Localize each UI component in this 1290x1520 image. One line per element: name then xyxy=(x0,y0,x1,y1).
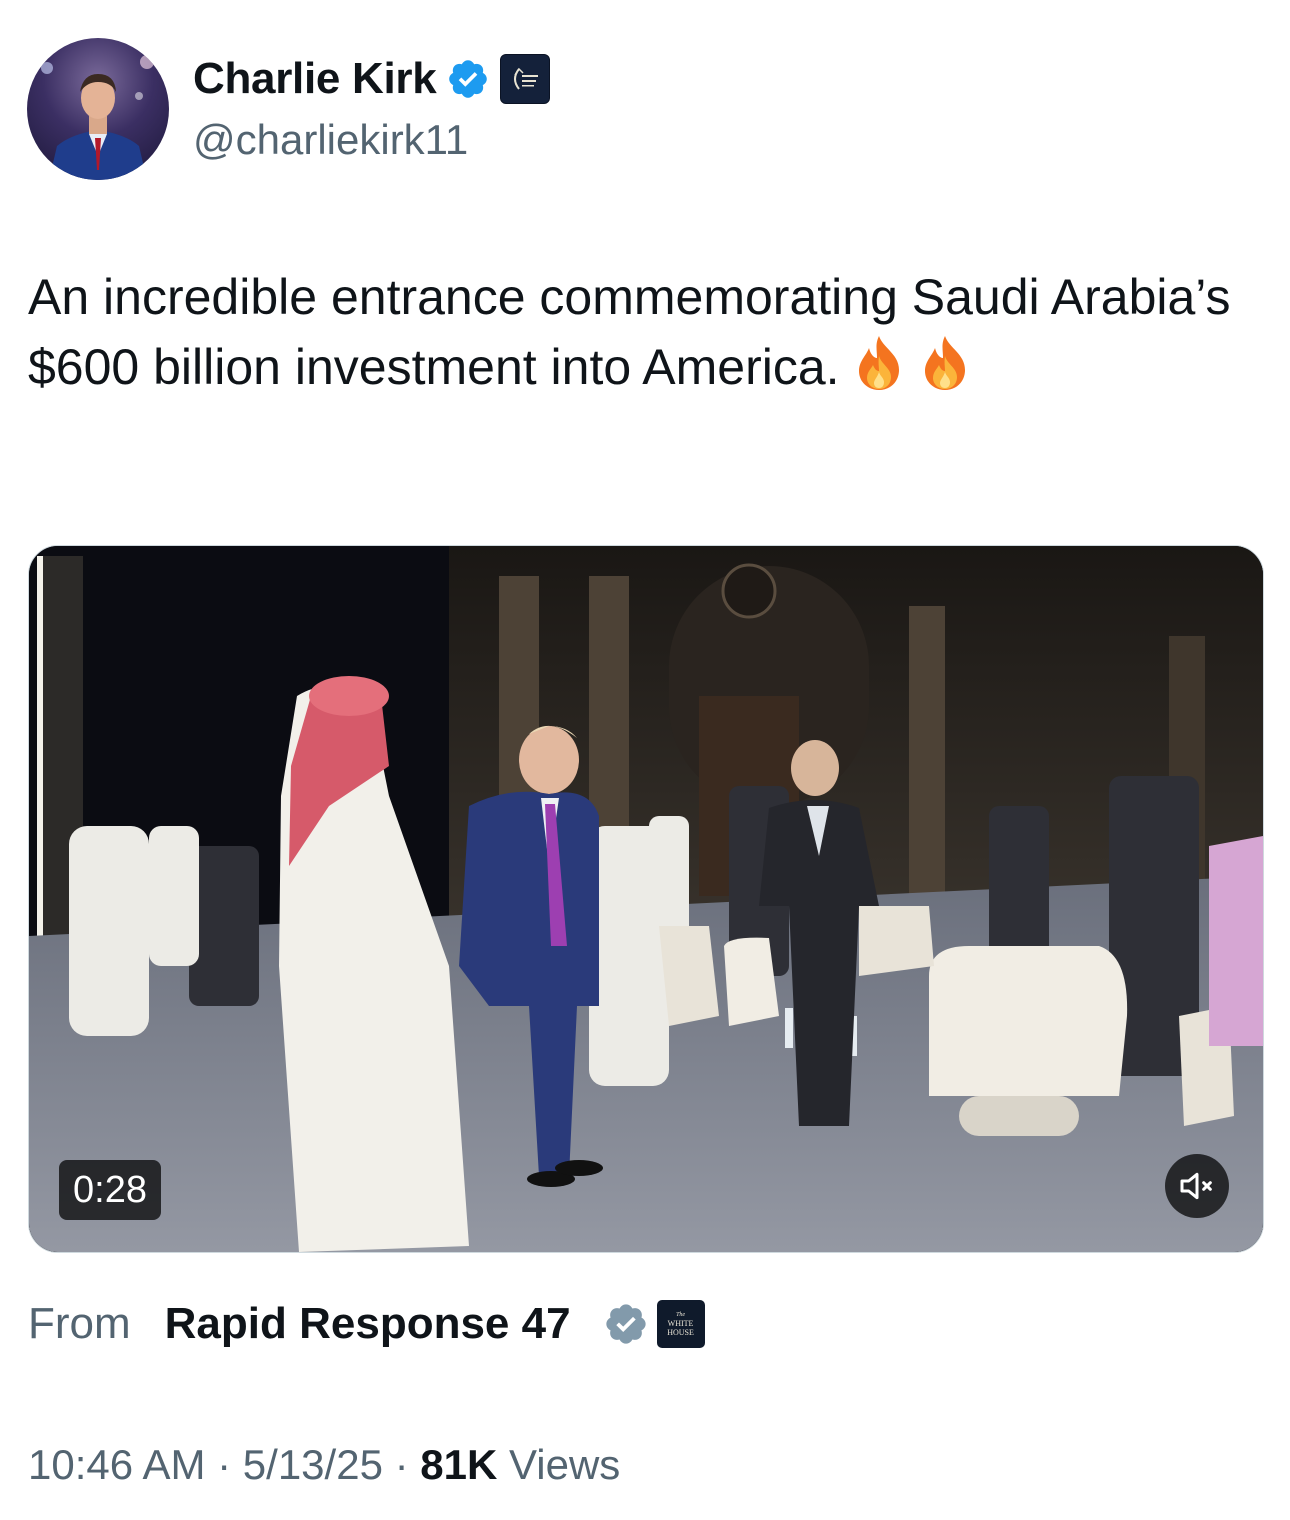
views-count[interactable]: 81K xyxy=(420,1441,497,1488)
unmute-button[interactable] xyxy=(1165,1154,1229,1218)
verified-badge-icon[interactable] xyxy=(446,57,490,101)
author-handle[interactable]: @charliekirk11 xyxy=(193,113,468,167)
video-player[interactable]: 0:28 xyxy=(28,545,1264,1253)
wh-badge-line-2: WHITE xyxy=(667,1318,694,1328)
white-house-logo-icon[interactable]: The WHITE HOUSE xyxy=(656,1300,705,1348)
gray-verified-badge-icon[interactable] xyxy=(603,1301,649,1347)
meta-separator: · xyxy=(382,1441,421,1488)
author-name-row: Charlie Kirk xyxy=(193,52,551,106)
views-label: Views xyxy=(509,1441,621,1488)
tweet-text: An incredible entrance commemorating Sau… xyxy=(28,262,1258,402)
video-attribution: From Rapid Response 47 The WHITE HOUSE xyxy=(28,1297,705,1351)
meta-separator: · xyxy=(205,1441,243,1488)
avatar-image xyxy=(41,55,154,180)
tweet-time[interactable]: 10:46 AM xyxy=(28,1441,205,1488)
wh-badge-line-3: HOUSE xyxy=(667,1327,694,1337)
fire-emoji-icon xyxy=(919,334,971,392)
video-duration-badge: 0:28 xyxy=(59,1160,161,1220)
tweet-meta: 10:46 AM · 5/13/25 · 81K Views xyxy=(28,1438,620,1492)
video-frame xyxy=(29,546,1263,1252)
tweet-body: An incredible entrance commemorating Sau… xyxy=(28,269,1231,395)
author-avatar[interactable] xyxy=(27,38,169,180)
source-account-name[interactable]: Rapid Response 47 xyxy=(165,1297,571,1351)
author-display-name[interactable]: Charlie Kirk xyxy=(193,52,437,106)
turning-point-logo-icon[interactable] xyxy=(500,54,551,104)
speaker-muted-icon xyxy=(1180,1172,1212,1200)
tweet-date[interactable]: 5/13/25 xyxy=(243,1441,383,1488)
fire-emoji-icon xyxy=(853,334,905,392)
from-label: From xyxy=(28,1299,131,1348)
wh-badge-line-1: The xyxy=(676,1311,686,1318)
